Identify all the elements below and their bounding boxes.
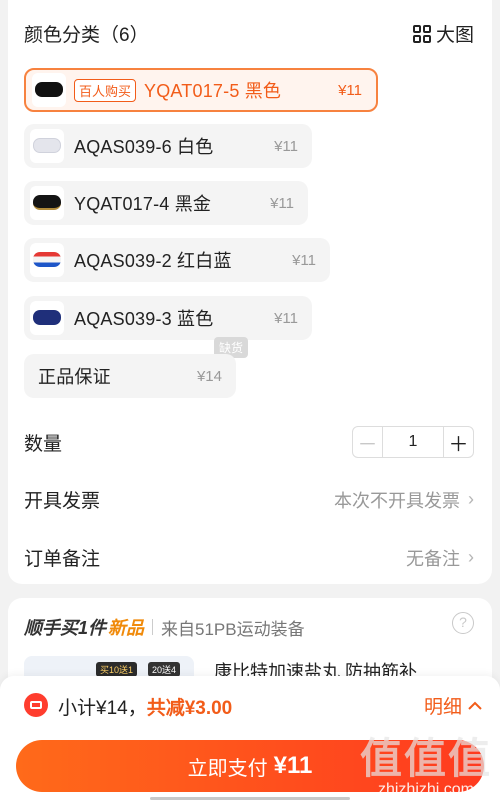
variant-option-authenticity[interactable]: 正品保证 ¥14	[24, 354, 236, 398]
pay-amount: ¥11	[273, 752, 313, 779]
decrement-button[interactable]: －	[353, 427, 383, 457]
invoice-value: 本次不开具发票	[334, 490, 460, 511]
variant-option-aqas039-6[interactable]: AQAS039-6 白色 ¥11	[24, 124, 312, 168]
variant-section-title: 颜色分类（6）	[24, 25, 149, 46]
quantity-stepper: － 1 ＋	[352, 426, 474, 458]
grid-view-icon	[412, 24, 431, 43]
variant-thumbnail	[30, 186, 64, 220]
variant-thumbnail	[30, 301, 64, 335]
subtotal-text: 小计¥14，共减¥3.00	[58, 693, 232, 720]
chevron-right-icon: ›	[468, 547, 474, 567]
addon-header: 顺手买1件 新品 来自51PB运动装备	[24, 614, 305, 640]
variant-thumbnail	[30, 129, 64, 163]
variant-option-label: YQAT017-4 黑金	[74, 194, 212, 214]
variant-option-price: ¥11	[338, 81, 362, 99]
variant-thumbnail	[30, 243, 64, 277]
invoice-label: 开具发票	[24, 491, 101, 512]
variant-option-price: ¥11	[292, 251, 316, 269]
addon-source: 来自51PB运动装备	[161, 619, 305, 639]
addon-title: 顺手买1件	[24, 618, 107, 638]
variant-thumbnail	[32, 73, 66, 107]
large-image-toggle[interactable]: 大图	[412, 20, 474, 47]
quantity-row: 数量 － 1 ＋	[24, 426, 474, 458]
home-indicator[interactable]	[150, 797, 350, 800]
variant-option-price: ¥11	[274, 137, 298, 155]
variant-option-label: 正品保证	[38, 367, 111, 387]
variant-option-label: AQAS039-2 红白蓝	[74, 251, 232, 271]
remark-label: 订单备注	[24, 549, 101, 570]
savings-label: 共减¥3.00	[146, 698, 233, 719]
coupon-icon	[24, 693, 48, 717]
detail-label: 明细	[423, 697, 462, 718]
new-label: 新品	[108, 618, 145, 638]
variant-option-price: ¥11	[270, 194, 294, 212]
watermark: 值值值 zhizhizhi.com	[360, 737, 492, 799]
subtotal-label: 小计¥14，	[58, 698, 147, 719]
chevron-right-icon: ›	[468, 489, 474, 509]
pay-label: 立即支付	[187, 757, 268, 780]
invoice-row[interactable]: 开具发票 本次不开具发票 ›	[24, 486, 474, 513]
quantity-label: 数量	[24, 433, 63, 455]
checkout-bar: 小计¥14，共减¥3.00 明细 立即支付 ¥11 值值值 zhizhizhi.…	[0, 676, 500, 803]
quantity-value[interactable]: 1	[383, 427, 443, 457]
large-image-toggle-label: 大图	[435, 25, 474, 46]
promo-badge: 20送4	[148, 662, 181, 677]
remark-row[interactable]: 订单备注 无备注 ›	[24, 544, 474, 571]
variant-option-yqat017-5[interactable]: 百人购买 YQAT017-5 黑色 ¥11	[24, 68, 378, 112]
variant-option-label: AQAS039-6 白色	[74, 137, 214, 157]
detail-toggle[interactable]: 明细	[424, 692, 482, 719]
chevron-up-icon	[468, 701, 482, 710]
variant-option-price: ¥14	[196, 367, 222, 385]
variant-option-label: YQAT017-5 黑色	[144, 81, 282, 101]
variant-option-aqas039-2[interactable]: AQAS039-2 红白蓝 ¥11	[24, 238, 330, 282]
remark-value: 无备注	[406, 548, 460, 569]
promo-badge: 买10送1	[96, 662, 138, 677]
watermark-logo: 值值值	[359, 735, 492, 782]
order-options-card: 颜色分类（6） 大图 百人购买 YQAT017-5 黑色 ¥11 AQAS039…	[8, 0, 492, 584]
variant-option-label: AQAS039-3 蓝色	[74, 309, 214, 329]
watermark-url: zhizhizhi.com	[377, 781, 474, 798]
variant-option-price: ¥11	[274, 309, 298, 327]
increment-button[interactable]: ＋	[443, 427, 473, 457]
variant-option-aqas039-3[interactable]: AQAS039-3 蓝色 ¥11	[24, 296, 312, 340]
variant-option-yqat017-4[interactable]: YQAT017-4 黑金 ¥11	[24, 181, 308, 225]
popular-tag: 百人购买	[74, 78, 137, 102]
help-icon[interactable]: ?	[452, 612, 474, 634]
divider	[152, 619, 154, 635]
